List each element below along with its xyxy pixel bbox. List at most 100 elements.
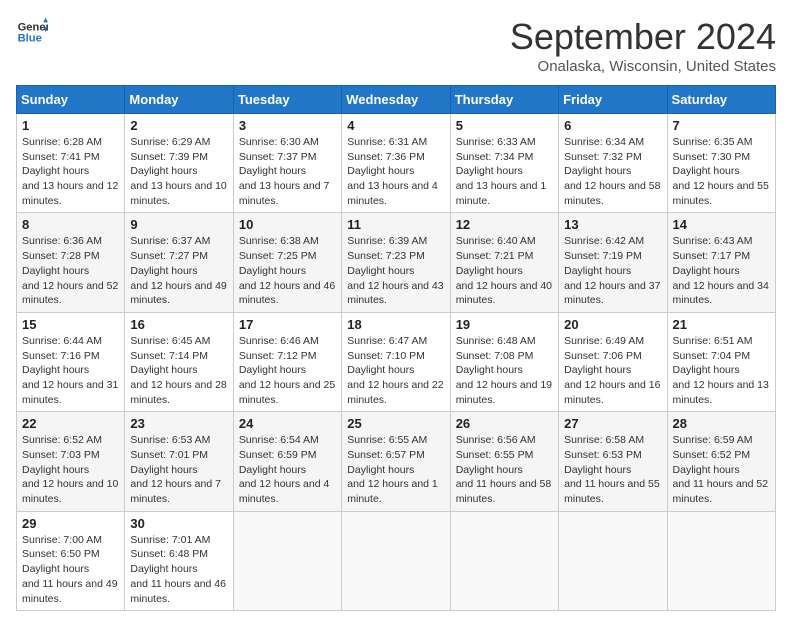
day-number: 16 [130, 317, 227, 332]
day-number: 17 [239, 317, 336, 332]
day-cell: 11 Sunrise: 6:39 AM Sunset: 7:23 PM Dayl… [342, 213, 450, 312]
day-cell [233, 511, 341, 610]
day-header-sunday: Sunday [17, 86, 125, 114]
day-number: 13 [564, 217, 661, 232]
location: Onalaska, Wisconsin, United States [510, 58, 776, 75]
day-cell: 12 Sunrise: 6:40 AM Sunset: 7:21 PM Dayl… [450, 213, 558, 312]
day-info: Sunrise: 6:42 AM Sunset: 7:19 PM Dayligh… [564, 234, 661, 307]
day-cell: 18 Sunrise: 6:47 AM Sunset: 7:10 PM Dayl… [342, 312, 450, 411]
day-info: Sunrise: 6:59 AM Sunset: 6:52 PM Dayligh… [673, 433, 770, 506]
day-header-monday: Monday [125, 86, 233, 114]
month-title: September 2024 [510, 16, 776, 58]
day-header-wednesday: Wednesday [342, 86, 450, 114]
svg-text:Blue: Blue [18, 33, 42, 45]
week-row-2: 8 Sunrise: 6:36 AM Sunset: 7:28 PM Dayli… [17, 213, 776, 312]
week-row-1: 1 Sunrise: 6:28 AM Sunset: 7:41 PM Dayli… [17, 114, 776, 213]
day-number: 10 [239, 217, 336, 232]
day-info: Sunrise: 6:47 AM Sunset: 7:10 PM Dayligh… [347, 334, 444, 407]
day-info: Sunrise: 7:01 AM Sunset: 6:48 PM Dayligh… [130, 533, 227, 606]
day-number: 22 [22, 416, 119, 431]
day-info: Sunrise: 6:43 AM Sunset: 7:17 PM Dayligh… [673, 234, 770, 307]
day-number: 4 [347, 118, 444, 133]
day-number: 26 [456, 416, 553, 431]
day-number: 29 [22, 516, 119, 531]
day-number: 15 [22, 317, 119, 332]
day-cell: 21 Sunrise: 6:51 AM Sunset: 7:04 PM Dayl… [667, 312, 775, 411]
day-cell: 26 Sunrise: 6:56 AM Sunset: 6:55 PM Dayl… [450, 412, 558, 511]
day-cell: 28 Sunrise: 6:59 AM Sunset: 6:52 PM Dayl… [667, 412, 775, 511]
day-cell: 6 Sunrise: 6:34 AM Sunset: 7:32 PM Dayli… [559, 114, 667, 213]
day-info: Sunrise: 6:28 AM Sunset: 7:41 PM Dayligh… [22, 135, 119, 208]
day-info: Sunrise: 7:00 AM Sunset: 6:50 PM Dayligh… [22, 533, 119, 606]
day-number: 9 [130, 217, 227, 232]
day-header-thursday: Thursday [450, 86, 558, 114]
title-block: September 2024 Onalaska, Wisconsin, Unit… [510, 16, 776, 75]
day-cell: 23 Sunrise: 6:53 AM Sunset: 7:01 PM Dayl… [125, 412, 233, 511]
day-info: Sunrise: 6:56 AM Sunset: 6:55 PM Dayligh… [456, 433, 553, 506]
day-header-saturday: Saturday [667, 86, 775, 114]
day-number: 20 [564, 317, 661, 332]
day-cell: 2 Sunrise: 6:29 AM Sunset: 7:39 PM Dayli… [125, 114, 233, 213]
day-info: Sunrise: 6:54 AM Sunset: 6:59 PM Dayligh… [239, 433, 336, 506]
day-cell: 16 Sunrise: 6:45 AM Sunset: 7:14 PM Dayl… [125, 312, 233, 411]
day-info: Sunrise: 6:51 AM Sunset: 7:04 PM Dayligh… [673, 334, 770, 407]
day-number: 19 [456, 317, 553, 332]
day-cell: 1 Sunrise: 6:28 AM Sunset: 7:41 PM Dayli… [17, 114, 125, 213]
day-cell: 3 Sunrise: 6:30 AM Sunset: 7:37 PM Dayli… [233, 114, 341, 213]
day-number: 28 [673, 416, 770, 431]
day-cell: 7 Sunrise: 6:35 AM Sunset: 7:30 PM Dayli… [667, 114, 775, 213]
day-number: 21 [673, 317, 770, 332]
day-number: 25 [347, 416, 444, 431]
day-cell: 19 Sunrise: 6:48 AM Sunset: 7:08 PM Dayl… [450, 312, 558, 411]
day-header-tuesday: Tuesday [233, 86, 341, 114]
day-cell [559, 511, 667, 610]
day-info: Sunrise: 6:52 AM Sunset: 7:03 PM Dayligh… [22, 433, 119, 506]
day-number: 27 [564, 416, 661, 431]
day-cell: 14 Sunrise: 6:43 AM Sunset: 7:17 PM Dayl… [667, 213, 775, 312]
day-info: Sunrise: 6:33 AM Sunset: 7:34 PM Dayligh… [456, 135, 553, 208]
day-number: 23 [130, 416, 227, 431]
day-header-friday: Friday [559, 86, 667, 114]
day-info: Sunrise: 6:35 AM Sunset: 7:30 PM Dayligh… [673, 135, 770, 208]
day-info: Sunrise: 6:44 AM Sunset: 7:16 PM Dayligh… [22, 334, 119, 407]
day-cell: 17 Sunrise: 6:46 AM Sunset: 7:12 PM Dayl… [233, 312, 341, 411]
day-number: 3 [239, 118, 336, 133]
day-number: 2 [130, 118, 227, 133]
day-info: Sunrise: 6:48 AM Sunset: 7:08 PM Dayligh… [456, 334, 553, 407]
day-info: Sunrise: 6:39 AM Sunset: 7:23 PM Dayligh… [347, 234, 444, 307]
day-info: Sunrise: 6:31 AM Sunset: 7:36 PM Dayligh… [347, 135, 444, 208]
day-info: Sunrise: 6:49 AM Sunset: 7:06 PM Dayligh… [564, 334, 661, 407]
day-cell: 22 Sunrise: 6:52 AM Sunset: 7:03 PM Dayl… [17, 412, 125, 511]
day-number: 14 [673, 217, 770, 232]
day-cell: 30 Sunrise: 7:01 AM Sunset: 6:48 PM Dayl… [125, 511, 233, 610]
day-number: 18 [347, 317, 444, 332]
day-info: Sunrise: 6:58 AM Sunset: 6:53 PM Dayligh… [564, 433, 661, 506]
day-info: Sunrise: 6:30 AM Sunset: 7:37 PM Dayligh… [239, 135, 336, 208]
day-cell: 5 Sunrise: 6:33 AM Sunset: 7:34 PM Dayli… [450, 114, 558, 213]
day-info: Sunrise: 6:29 AM Sunset: 7:39 PM Dayligh… [130, 135, 227, 208]
day-cell [667, 511, 775, 610]
day-cell [450, 511, 558, 610]
day-info: Sunrise: 6:37 AM Sunset: 7:27 PM Dayligh… [130, 234, 227, 307]
day-cell: 9 Sunrise: 6:37 AM Sunset: 7:27 PM Dayli… [125, 213, 233, 312]
day-number: 7 [673, 118, 770, 133]
day-number: 6 [564, 118, 661, 133]
week-row-3: 15 Sunrise: 6:44 AM Sunset: 7:16 PM Dayl… [17, 312, 776, 411]
day-cell: 27 Sunrise: 6:58 AM Sunset: 6:53 PM Dayl… [559, 412, 667, 511]
header-row: SundayMondayTuesdayWednesdayThursdayFrid… [17, 86, 776, 114]
day-info: Sunrise: 6:34 AM Sunset: 7:32 PM Dayligh… [564, 135, 661, 208]
page-header: General Blue September 2024 Onalaska, Wi… [16, 16, 776, 75]
day-cell: 8 Sunrise: 6:36 AM Sunset: 7:28 PM Dayli… [17, 213, 125, 312]
week-row-4: 22 Sunrise: 6:52 AM Sunset: 7:03 PM Dayl… [17, 412, 776, 511]
day-info: Sunrise: 6:40 AM Sunset: 7:21 PM Dayligh… [456, 234, 553, 307]
day-number: 12 [456, 217, 553, 232]
logo-icon: General Blue [16, 16, 48, 48]
day-number: 8 [22, 217, 119, 232]
day-info: Sunrise: 6:55 AM Sunset: 6:57 PM Dayligh… [347, 433, 444, 506]
day-cell: 4 Sunrise: 6:31 AM Sunset: 7:36 PM Dayli… [342, 114, 450, 213]
day-cell: 13 Sunrise: 6:42 AM Sunset: 7:19 PM Dayl… [559, 213, 667, 312]
day-info: Sunrise: 6:45 AM Sunset: 7:14 PM Dayligh… [130, 334, 227, 407]
day-info: Sunrise: 6:46 AM Sunset: 7:12 PM Dayligh… [239, 334, 336, 407]
day-number: 30 [130, 516, 227, 531]
day-cell: 15 Sunrise: 6:44 AM Sunset: 7:16 PM Dayl… [17, 312, 125, 411]
